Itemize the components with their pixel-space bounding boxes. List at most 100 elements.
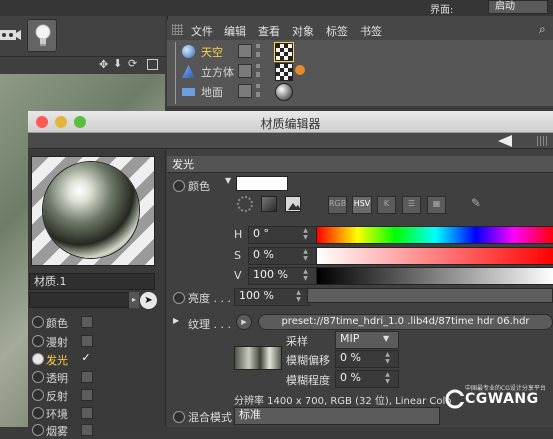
menu-object[interactable]: 对象 [292, 23, 314, 39]
texture-expand-icon[interactable]: ▶ [173, 316, 179, 325]
menu-view[interactable]: 查看 [258, 23, 280, 39]
layout-label: 界面: [430, 5, 454, 16]
brightness-slider[interactable] [307, 288, 553, 303]
channel-environment[interactable]: 环境 [29, 404, 99, 422]
brightness-label: 亮度 . . . [188, 292, 231, 305]
texture-thumbnail[interactable] [234, 346, 282, 370]
eyedropper-icon[interactable]: ✎ [471, 196, 481, 210]
object-row-cube[interactable]: 立方体 [167, 62, 553, 81]
color-radio[interactable] [173, 180, 185, 192]
maximize-view-icon[interactable] [147, 59, 158, 70]
texture-resolution: 分辨率 1400 x 700, RGB (32 位), Linear Colo [234, 396, 452, 407]
channel-label: 发光 [46, 354, 68, 367]
object-list: 天空 立方体 地面 [167, 40, 553, 106]
channel-checkbox[interactable] [81, 424, 93, 436]
object-name: 立方体 [201, 66, 234, 79]
texture-label: 纹理 . . . [188, 318, 231, 331]
rotate-view-icon[interactable]: ⟳ [128, 57, 137, 70]
value-slider[interactable] [316, 267, 553, 285]
main-toolbar [0, 16, 165, 56]
channel-label: 颜色 [46, 317, 68, 330]
phong-tag-icon[interactable] [295, 65, 305, 75]
light-button[interactable] [27, 19, 57, 52]
object-name: 天空 [201, 46, 223, 59]
object-row-sky[interactable]: 天空 [167, 42, 553, 104]
channel-label: 透明 [46, 372, 68, 385]
brightness-radio[interactable] [173, 292, 185, 304]
radio [32, 407, 44, 419]
watermark-name: CGWANG [465, 391, 539, 407]
layout-dropdown[interactable]: 启动 [488, 0, 548, 14]
channel-color[interactable]: 颜色 [29, 313, 99, 331]
mixer-icon[interactable]: ☰ [402, 196, 421, 214]
visibility-toggle[interactable] [238, 64, 252, 78]
film-icon[interactable] [0, 26, 22, 44]
material-tag[interactable] [274, 42, 294, 62]
pointer-icon[interactable]: ➤ [140, 292, 157, 309]
channel-checkbox[interactable] [81, 335, 93, 347]
texture-menu-button[interactable]: ▶ [236, 314, 252, 330]
menu-bookmarks[interactable]: 书签 [360, 23, 382, 39]
chevron-down-icon[interactable]: ▼ [383, 334, 389, 343]
render-dots[interactable] [256, 84, 260, 97]
cgwang-logo-icon [445, 389, 465, 409]
blur-scale-stepper[interactable]: ▲ ▼ [384, 371, 391, 385]
rgb-mode-button[interactable]: RGB [328, 196, 347, 214]
swatches-icon[interactable]: ▦ [427, 196, 446, 214]
channel-checkbox[interactable] [81, 407, 93, 419]
channel-luminance[interactable]: 发光 ✓ [29, 350, 99, 368]
search-icon[interactable]: ⌕ [539, 22, 546, 37]
menu-edit[interactable]: 编辑 [224, 23, 246, 39]
material-name-field[interactable]: 材质.1 [29, 273, 155, 290]
channel-label: 烟雾 [46, 425, 68, 438]
hue-stepper[interactable]: ▲ ▼ [302, 227, 309, 241]
spectrum-icon[interactable] [261, 196, 277, 212]
channel-label: 反射 [46, 390, 68, 403]
saturation-slider[interactable] [316, 247, 553, 265]
material-dropdown[interactable] [29, 292, 137, 308]
visibility-toggle[interactable] [238, 84, 252, 98]
channel-fog[interactable]: 烟雾 [29, 421, 99, 439]
top-bar [0, 0, 553, 16]
blend-mode-radio[interactable] [173, 411, 185, 423]
blend-mode-dropdown[interactable]: 标准 [234, 407, 440, 425]
value-stepper[interactable]: ▲ ▼ [302, 268, 309, 282]
channel-label: 漫射 [46, 336, 68, 349]
channel-reflection[interactable]: 反射 [29, 386, 99, 404]
hsv-mode-button[interactable]: HSV [352, 196, 372, 214]
move-view-icon[interactable]: ✥ [99, 58, 108, 71]
channel-checkbox[interactable] [81, 389, 93, 401]
render-dots[interactable] [256, 64, 260, 77]
dropdown-arrow-icon[interactable]: ▸ [129, 292, 139, 308]
sampling-dropdown[interactable]: MIP [335, 331, 399, 349]
menu-tags[interactable]: 标签 [326, 23, 348, 39]
kelvin-mode-button[interactable]: K [377, 196, 396, 214]
channel-checkbox[interactable] [81, 316, 93, 328]
visibility-toggle[interactable] [238, 44, 252, 58]
texture-path[interactable]: preset://87time_hdri_1.0 .lib4d/87time h… [258, 314, 553, 330]
hue-slider[interactable] [316, 226, 553, 244]
channel-transparency[interactable]: 透明 [29, 368, 99, 386]
menu-file[interactable]: 文件 [191, 23, 213, 39]
back-arrow-icon[interactable] [498, 135, 512, 147]
color-swatch[interactable] [236, 176, 288, 191]
saturation-stepper[interactable]: ▲ ▼ [302, 248, 309, 262]
render-dots[interactable] [256, 44, 260, 57]
channel-checkbox[interactable] [81, 371, 93, 383]
radio [32, 424, 44, 436]
down-arrow-icon[interactable]: ⬇ [113, 57, 122, 70]
brightness-stepper[interactable]: ▲ ▼ [295, 289, 302, 303]
viewport-header [0, 56, 165, 74]
channel-diffusion[interactable]: 漫射 [29, 332, 99, 350]
blur-offset-stepper[interactable]: ▲ ▼ [384, 351, 391, 365]
floor-icon [182, 88, 195, 96]
material-tag[interactable] [275, 63, 293, 81]
object-row-floor[interactable]: 地面 [167, 82, 553, 101]
color-wheel-icon[interactable] [237, 196, 253, 212]
image-picker-icon[interactable] [285, 196, 301, 212]
radio [32, 316, 44, 328]
material-tag[interactable] [275, 83, 293, 101]
color-expand-icon[interactable]: ▼ [225, 176, 231, 185]
channel-checkbox[interactable]: ✓ [81, 352, 91, 363]
sampling-label: 采样 [286, 335, 308, 348]
